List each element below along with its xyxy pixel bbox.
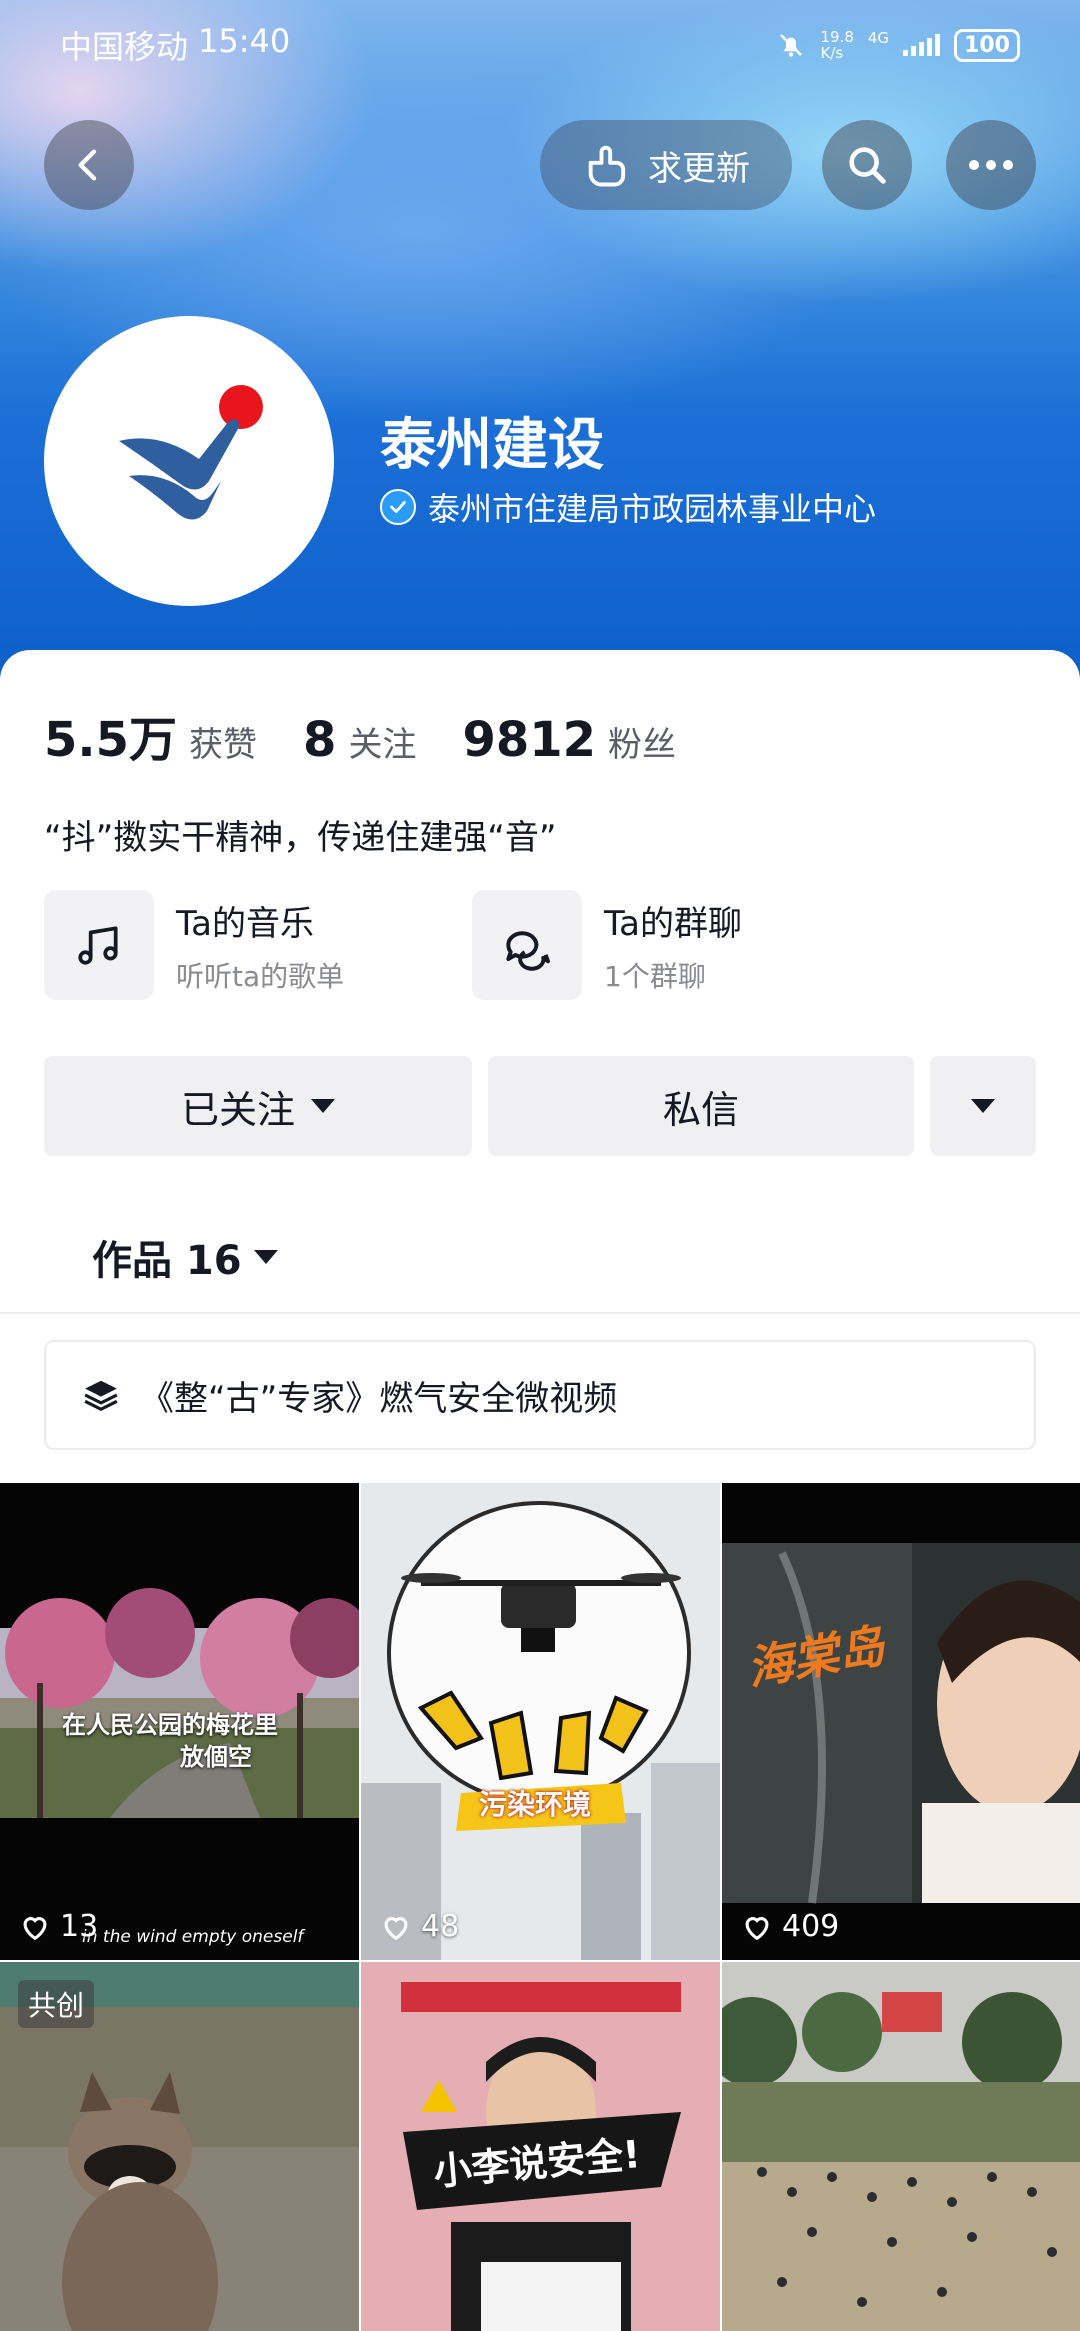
carrier: 中国移动 [60, 28, 189, 66]
verified-org: 泰州市住建局市政园林事业中心 [428, 490, 877, 528]
like-count: 48 [379, 1909, 459, 1944]
video-overlay-title: 在人民公园的梅花里 [62, 1711, 278, 1739]
net-speed-unit: K/s [820, 44, 844, 62]
heart-icon [745, 1916, 769, 1940]
more-dots-icon [969, 160, 1013, 170]
stat-label: 关注 [348, 725, 417, 765]
chat-bubbles-icon [472, 890, 582, 1000]
feature-group-chat[interactable]: Ta的群聊 1个群聊 [472, 890, 742, 1000]
profile-name: 泰州建设 [380, 413, 604, 478]
followed-label: 已关注 [180, 1087, 295, 1132]
search-button[interactable] [822, 120, 912, 210]
video-overlay-subtitle: 放個空 [180, 1743, 252, 1771]
like-count-value: 13 [60, 1909, 99, 1944]
feature-title: Ta的音乐 [176, 903, 314, 944]
more-button[interactable] [946, 120, 1036, 210]
taizhou-construction-logo [119, 385, 263, 520]
verified-check-icon [380, 489, 416, 525]
battery-level: 100 [964, 32, 1010, 58]
feature-music[interactable]: Ta的音乐 听听ta的歌单 [44, 890, 344, 1000]
chevron-down-icon [971, 1099, 995, 1113]
collection-title: 《整“古”专家》燃气安全微视频 [140, 1378, 618, 1419]
like-count: 409 [740, 1909, 839, 1944]
layers-icon [84, 1380, 118, 1412]
video-thumbnail[interactable]: 小李说安全! [361, 1962, 720, 2331]
video-thumbnail[interactable]: 共创 [0, 1962, 359, 2331]
mute-bell-icon [780, 34, 803, 57]
tab-works-label: 作品 16 [92, 1238, 242, 1284]
feature-subtitle: 1个群聊 [604, 959, 706, 993]
video-cover-park-crowd [722, 1962, 1080, 2331]
stat-following[interactable]: 8 关注 [303, 712, 416, 768]
video-thumbnail[interactable] [722, 1962, 1080, 2331]
message-button[interactable]: 私信 [488, 1056, 914, 1156]
followed-button[interactable]: 已关注 [44, 1056, 472, 1156]
profile-bio: “抖”擞实干精神，传递住建强“音” [44, 818, 557, 858]
search-icon [849, 147, 886, 184]
network-type: 4G [867, 28, 890, 47]
tab-divider [0, 1312, 1080, 1314]
stat-followers[interactable]: 9812 粉丝 [462, 712, 676, 768]
stat-value: 8 [303, 712, 337, 768]
status-bar: 中国移动 15:40 19.8 K/s 4G 100 [0, 0, 1080, 90]
chevron-down-icon [253, 1250, 278, 1264]
verification-row: 泰州市住建局市政园林事业中心 [380, 484, 876, 530]
video-thumbnail[interactable]: 在人民公园的梅花里 放個空 in the wind empty oneself … [0, 1483, 359, 1960]
like-count-value: 409 [782, 1909, 840, 1944]
chevron-down-icon [311, 1099, 335, 1113]
stat-label: 粉丝 [608, 725, 677, 765]
co-creation-badge: 共创 [18, 1980, 95, 2028]
tab-works[interactable]: 作品 16 [92, 1228, 278, 1286]
clock: 15:40 [198, 22, 291, 60]
video-thumbnail[interactable]: 海棠岛 409 [722, 1483, 1080, 1960]
heart-icon [23, 1916, 47, 1940]
video-grid: 在人民公园的梅花里 放個空 in the wind empty oneself … [0, 1483, 1080, 2331]
like-count-value: 48 [421, 1909, 460, 1944]
feature-subtitle: 听听ta的歌单 [176, 959, 345, 993]
status-left: 中国移动 15:40 [60, 22, 290, 68]
net-speed-value: 19.8 [820, 28, 854, 46]
status-right: 19.8 K/s 4G 100 [776, 28, 1020, 62]
stat-value: 9812 [462, 712, 597, 768]
stat-label: 获赞 [189, 725, 258, 765]
video-overlay-title: 污染环境 [479, 1788, 592, 1821]
message-label: 私信 [662, 1087, 739, 1132]
video-thumbnail[interactable]: 污染环境 48 [361, 1483, 720, 1960]
feature-title: Ta的群聊 [604, 903, 742, 944]
video-caption: in the wind empty oneself [82, 1927, 304, 1947]
music-note-icon [44, 890, 154, 1000]
battery-icon: 100 [954, 28, 1020, 62]
back-button[interactable] [44, 120, 134, 210]
collection-banner[interactable]: 《整“古”专家》燃气安全微视频 [44, 1340, 1036, 1450]
signal-icon [903, 34, 941, 56]
pointing-hand-icon [588, 145, 626, 187]
like-count: 13 [18, 1909, 98, 1944]
heart-icon [384, 1916, 408, 1940]
video-cover-car [722, 1483, 1080, 1960]
back-arrow-icon [78, 149, 97, 181]
stat-value: 5.5万 [44, 712, 178, 768]
net-speed: 19.8 K/s [820, 29, 853, 61]
stats-row: 5.5万 获赞 8 关注 9812 粉丝 [44, 700, 722, 770]
request-update-label: 求更新 [648, 148, 750, 189]
recommend-dropdown-button[interactable] [930, 1056, 1036, 1156]
stat-likes: 5.5万 获赞 [44, 700, 257, 770]
request-update-button[interactable]: 求更新 [540, 120, 792, 210]
video-cover-drone [361, 1483, 720, 1960]
avatar[interactable] [44, 316, 334, 606]
